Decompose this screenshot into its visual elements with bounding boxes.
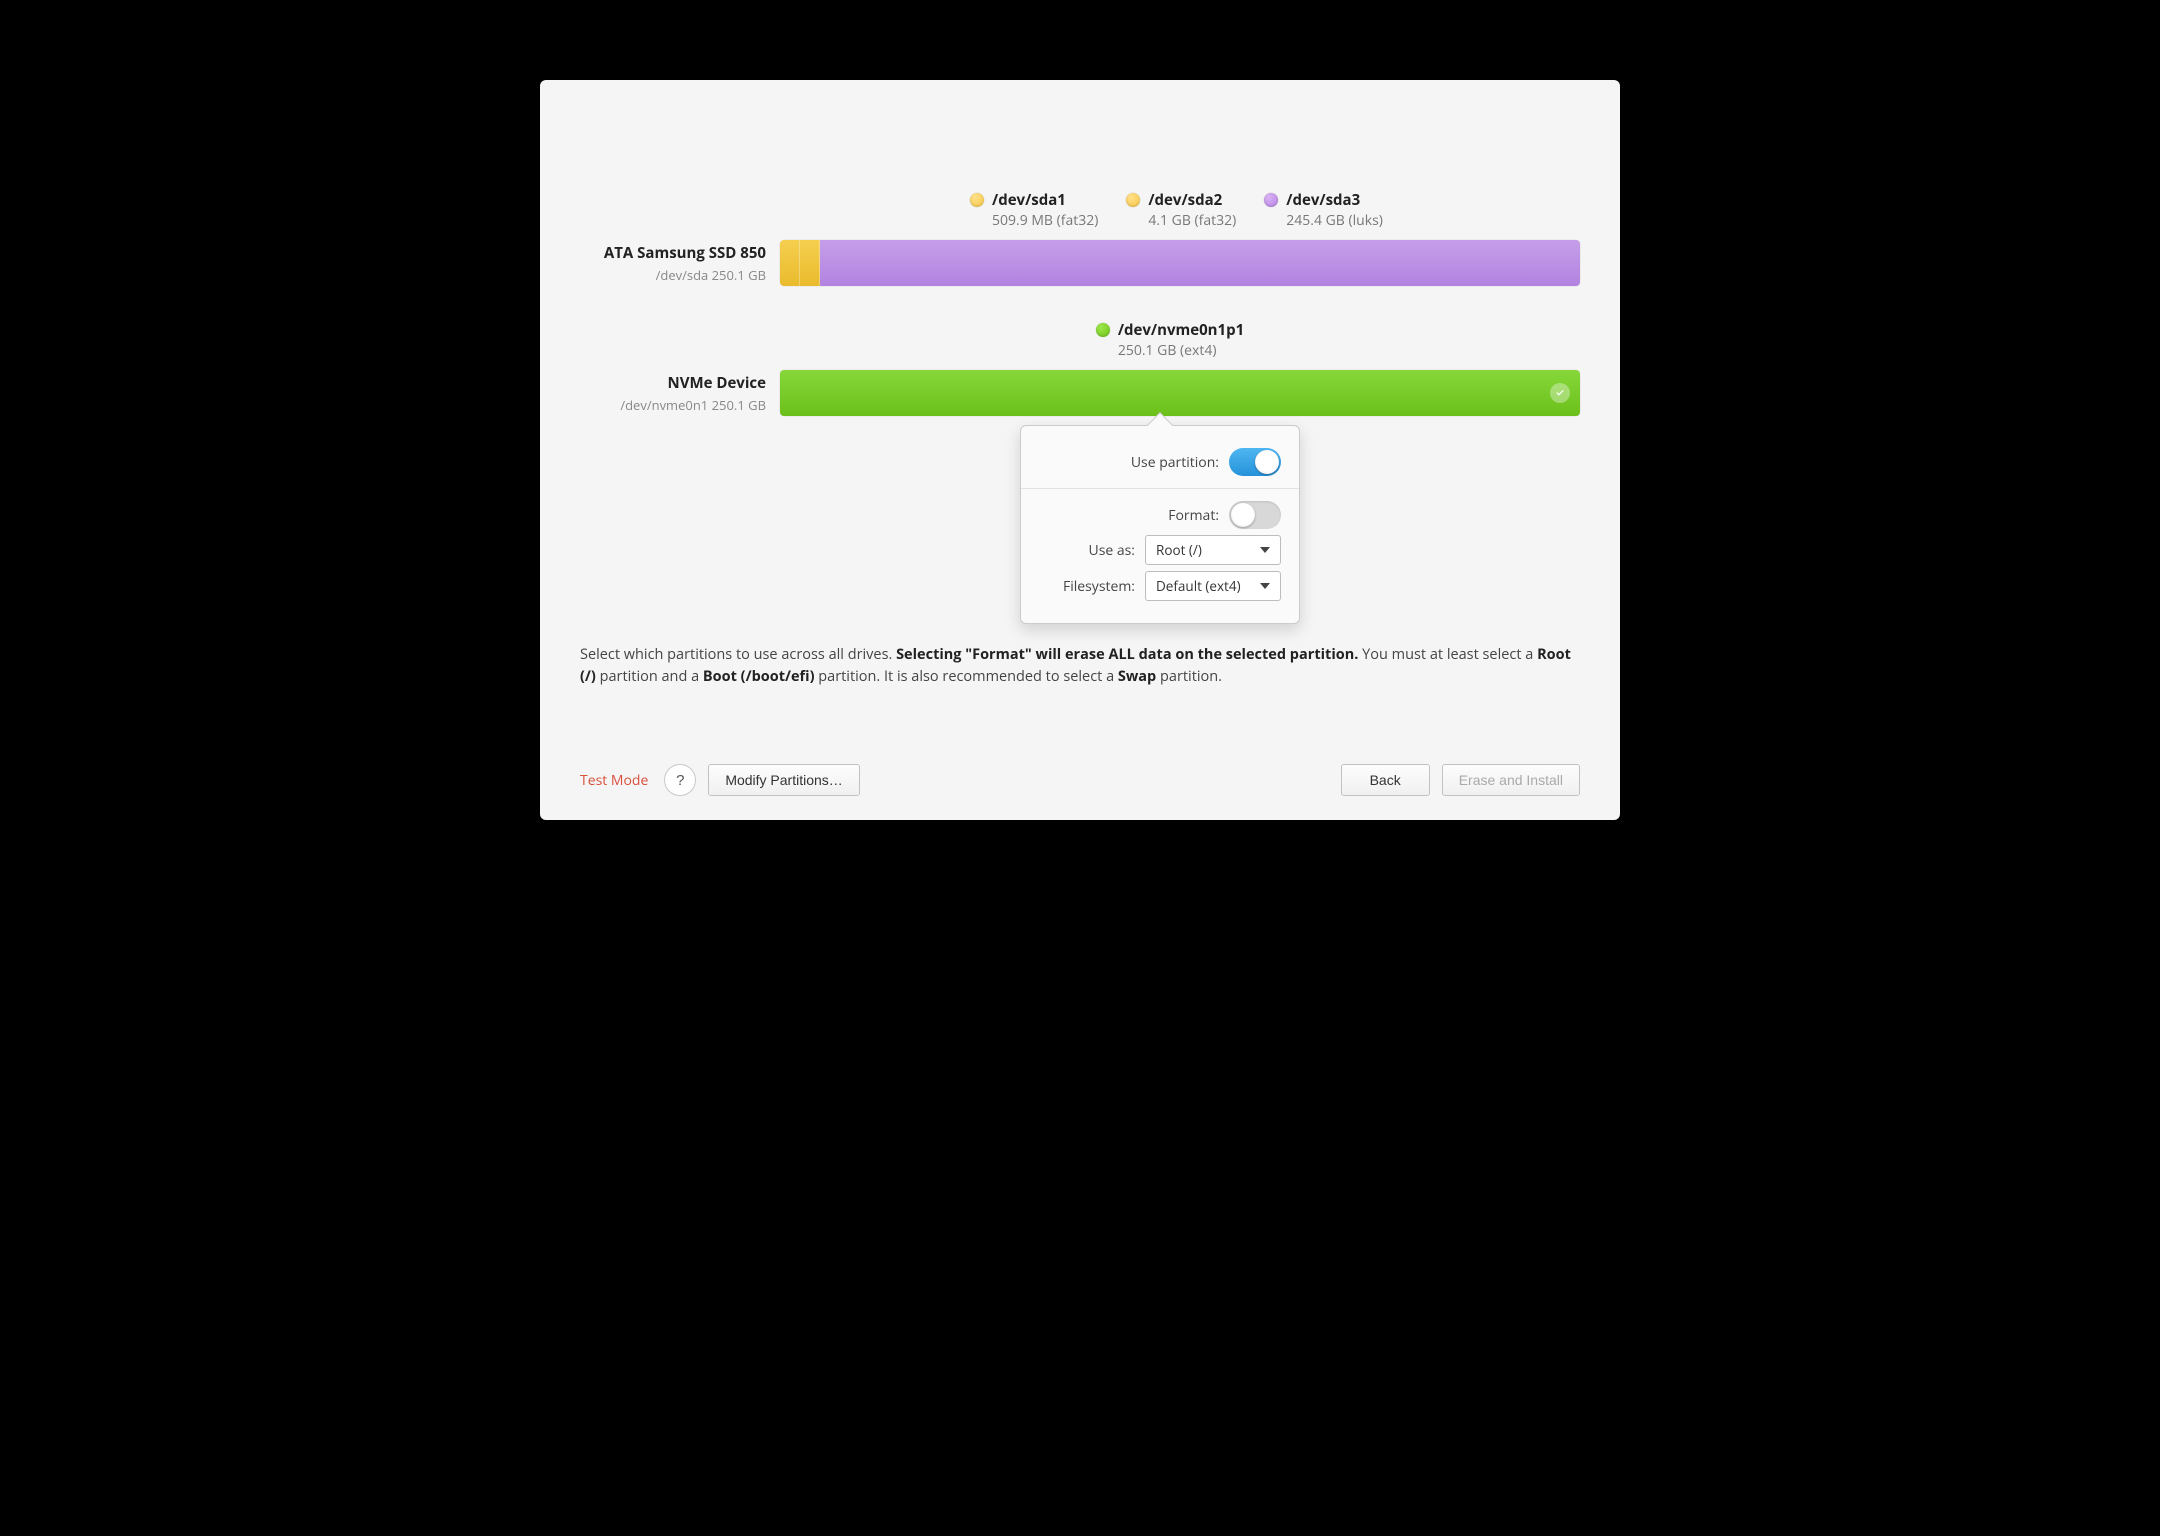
use-partition-label: Use partition: xyxy=(1131,453,1219,472)
partition-sub: 245.4 GB (luks) xyxy=(1286,211,1383,230)
disk-sub: /dev/nvme0n1 250.1 GB xyxy=(580,396,766,414)
legend-dot-icon xyxy=(970,193,984,207)
back-button[interactable]: Back xyxy=(1341,764,1430,796)
format-row: Format: xyxy=(1039,501,1281,529)
erase-and-install-button[interactable]: Erase and Install xyxy=(1442,764,1580,796)
partition-name: /dev/sda2 xyxy=(1148,190,1236,210)
legend-item: /dev/nvme0n1p1 250.1 GB (ext4) xyxy=(1096,320,1244,360)
use-as-label: Use as: xyxy=(1088,541,1135,560)
use-partition-row: Use partition: xyxy=(1039,448,1281,476)
help-fragment: partition and a xyxy=(596,667,703,686)
partition-sub: 509.9 MB (fat32) xyxy=(992,211,1098,230)
help-fragment: partition. It is also recommended to sel… xyxy=(815,667,1118,686)
help-fragment-bold: Boot (/boot/efi) xyxy=(703,667,815,686)
legend-dot-icon xyxy=(1096,323,1110,337)
filesystem-value: Default (ext4) xyxy=(1156,577,1241,595)
divider xyxy=(1021,488,1299,489)
disk-sub: /dev/sda 250.1 GB xyxy=(580,266,766,284)
question-icon: ? xyxy=(676,772,684,789)
filesystem-select[interactable]: Default (ext4) xyxy=(1145,571,1281,601)
help-fragment: You must at least select a xyxy=(1358,645,1537,664)
disk-label: ATA Samsung SSD 850 /dev/sda 250.1 GB xyxy=(580,243,780,284)
filesystem-label: Filesystem: xyxy=(1063,577,1135,596)
disk-label: NVMe Device /dev/nvme0n1 250.1 GB xyxy=(580,373,780,414)
disk-row-nvme: NVMe Device /dev/nvme0n1 250.1 GB xyxy=(580,370,1580,416)
legend-text: /dev/sda1 509.9 MB (fat32) xyxy=(992,190,1098,230)
use-as-row: Use as: Root (/) xyxy=(1039,535,1281,565)
help-text: Select which partitions to use across al… xyxy=(580,644,1580,688)
help-fragment: Select which partitions to use across al… xyxy=(580,645,896,664)
disk-bar-sda[interactable] xyxy=(780,240,1580,286)
format-toggle[interactable] xyxy=(1229,501,1281,529)
partition-sub: 4.1 GB (fat32) xyxy=(1148,211,1236,230)
legend-text: /dev/sda3 245.4 GB (luks) xyxy=(1286,190,1383,230)
partition-seg-sda3[interactable] xyxy=(820,240,1580,286)
footer: Test Mode ? Modify Partitions… Back Eras… xyxy=(580,738,1580,796)
partition-sub: 250.1 GB (ext4) xyxy=(1118,341,1244,360)
partition-seg-sda1[interactable] xyxy=(780,240,800,286)
partition-popover: Use partition: Format: Use as: Root (/) … xyxy=(1020,425,1300,624)
help-fragment-bold: Swap xyxy=(1118,667,1156,686)
modify-partitions-button[interactable]: Modify Partitions… xyxy=(708,764,859,796)
legend-text: /dev/sda2 4.1 GB (fat32) xyxy=(1148,190,1236,230)
partition-name: /dev/sda1 xyxy=(992,190,1098,210)
check-icon xyxy=(1550,383,1570,403)
use-as-value: Root (/) xyxy=(1156,541,1202,559)
partition-seg-sda2[interactable] xyxy=(800,240,820,286)
disk-a-legend: /dev/sda1 509.9 MB (fat32) /dev/sda2 4.1… xyxy=(970,190,1580,230)
chevron-down-icon xyxy=(1260,547,1270,553)
installer-window: /dev/sda1 509.9 MB (fat32) /dev/sda2 4.1… xyxy=(540,80,1620,820)
test-mode-label: Test Mode xyxy=(580,771,648,790)
use-as-select[interactable]: Root (/) xyxy=(1145,535,1281,565)
disk-name: ATA Samsung SSD 850 xyxy=(580,243,766,263)
chevron-down-icon xyxy=(1260,583,1270,589)
help-button[interactable]: ? xyxy=(664,764,696,796)
partition-seg-nvme0n1p1[interactable] xyxy=(780,370,1580,416)
partition-name: /dev/nvme0n1p1 xyxy=(1118,320,1244,340)
legend-text: /dev/nvme0n1p1 250.1 GB (ext4) xyxy=(1118,320,1244,360)
disk-row-sda: ATA Samsung SSD 850 /dev/sda 250.1 GB xyxy=(580,240,1580,286)
partition-name: /dev/sda3 xyxy=(1286,190,1383,210)
disk-b-legend: /dev/nvme0n1p1 250.1 GB (ext4) xyxy=(760,320,1580,360)
help-fragment: partition. xyxy=(1156,667,1222,686)
legend-dot-icon xyxy=(1264,193,1278,207)
filesystem-row: Filesystem: Default (ext4) xyxy=(1039,571,1281,601)
disk-bar-nvme[interactable] xyxy=(780,370,1580,416)
content-area: /dev/sda1 509.9 MB (fat32) /dev/sda2 4.1… xyxy=(580,80,1580,738)
legend-item: /dev/sda2 4.1 GB (fat32) xyxy=(1126,190,1236,230)
help-fragment-bold: Selecting "Format" will erase ALL data o… xyxy=(896,645,1358,664)
format-label: Format: xyxy=(1168,506,1219,525)
legend-item: /dev/sda1 509.9 MB (fat32) xyxy=(970,190,1098,230)
use-partition-toggle[interactable] xyxy=(1229,448,1281,476)
legend-dot-icon xyxy=(1126,193,1140,207)
legend-item: /dev/sda3 245.4 GB (luks) xyxy=(1264,190,1383,230)
disk-name: NVMe Device xyxy=(580,373,766,393)
